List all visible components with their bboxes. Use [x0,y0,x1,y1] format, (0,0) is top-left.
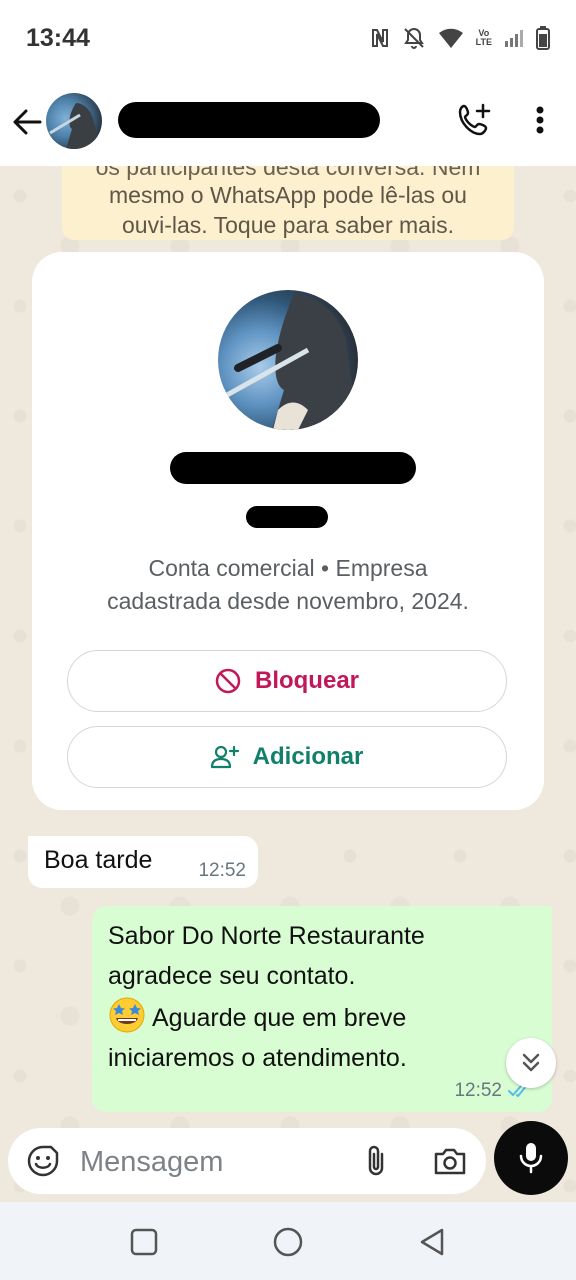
status-time: 13:44 [26,24,90,52]
business-info-line: Conta comercial • Empresa [148,555,428,581]
outgoing-message[interactable]: Sabor Do Norte Restaurante agradece seu … [92,906,552,1112]
message-line: Sabor Do Norte Restaurante [108,922,425,950]
business-avatar[interactable] [218,290,358,430]
mute-icon [402,26,426,50]
chat-area[interactable]: os participantes desta conversa. Nem mes… [0,166,576,1202]
emoji-button[interactable] [24,1142,62,1180]
add-person-icon [210,745,239,769]
volte-icon: Vo LTE [475,28,492,47]
emoji-icon [27,1145,59,1177]
wifi-icon [438,27,464,49]
star-struck-emoji-icon [109,997,145,1033]
encryption-notice[interactable]: os participantes desta conversa. Nem mes… [62,166,514,240]
home-icon [273,1227,303,1257]
message-text: Sabor Do Norte Restaurante agradece seu … [108,916,508,1078]
battery-icon [536,26,550,50]
attach-button[interactable] [358,1142,394,1180]
voice-record-button[interactable] [494,1121,568,1195]
contact-name-redacted[interactable] [118,102,380,138]
signal-icon [504,28,524,48]
recent-apps-button[interactable] [126,1224,162,1260]
status-bar: 13:44 Vo LTE [0,0,576,78]
message-line: iniciaremos o atendimento. [108,1044,407,1072]
back-button[interactable] [10,102,44,142]
business-info-line: cadastrada desde novembro, 2024. [107,588,469,614]
nav-back-icon [420,1228,444,1256]
message-time: 12:52 [198,860,246,881]
add-contact-button[interactable]: Adicionar [67,726,507,788]
encryption-notice-line: mesmo o WhatsApp pode lê-las ou [109,182,467,208]
message-line-text: Aguarde que em breve [152,1004,407,1032]
message-line: agradece seu contato. [108,962,356,990]
mic-icon [519,1143,543,1174]
add-call-button[interactable] [454,100,494,140]
system-navigation-bar [0,1202,576,1280]
more-options-button[interactable] [522,100,558,140]
chat-header [0,78,576,166]
nav-back-button[interactable] [414,1224,450,1260]
message-text: Boa tarde [44,846,153,874]
status-icons: Vo LTE [370,24,550,52]
block-label: Bloquear [254,667,359,694]
encryption-notice-line: ouvi-las. Toque para saber mais. [122,212,454,238]
add-call-icon [458,103,491,136]
block-button[interactable]: Bloquear [67,650,507,712]
contact-avatar[interactable] [46,93,102,149]
camera-icon [434,1148,466,1175]
add-contact-label: Adicionar [252,743,364,770]
more-vert-icon [536,106,544,134]
recent-apps-icon [130,1228,158,1256]
business-account-info: Conta comercial • Empresa cadastrada des… [32,552,544,618]
scroll-to-bottom-button[interactable] [506,1038,556,1088]
business-info-card: Conta comercial • Empresa cadastrada des… [32,252,544,810]
encryption-notice-line-cut: os participantes desta conversa. Nem [95,166,481,180]
block-icon [215,668,241,694]
incoming-message[interactable]: Boa tarde 12:52 [28,836,258,888]
nfc-icon [370,27,390,49]
camera-button[interactable] [430,1142,470,1180]
home-button[interactable] [270,1224,306,1260]
message-time: 12:52 [454,1080,502,1101]
back-arrow-icon [13,109,42,135]
message-line-with-emoji: Aguarde que em breve [108,996,508,1038]
attach-icon [368,1145,384,1176]
message-input-bar [8,1128,486,1194]
business-name-redacted [170,452,416,484]
business-subtitle-redacted [246,506,328,528]
double-chevron-down-icon [522,1053,540,1072]
message-input[interactable] [78,1138,352,1186]
